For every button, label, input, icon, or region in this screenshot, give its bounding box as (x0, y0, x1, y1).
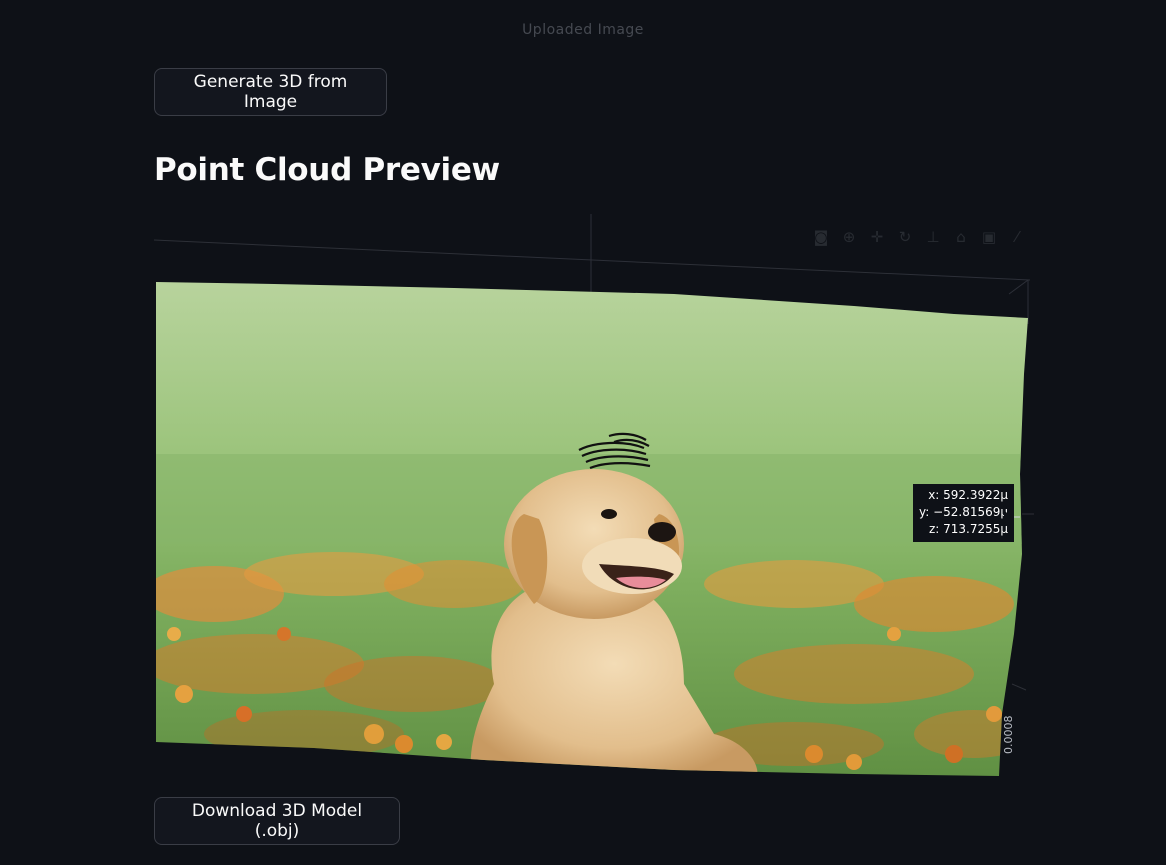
orbit-icon[interactable]: ↻ (896, 228, 914, 246)
hover-x: x: 592.3922µ (928, 488, 1009, 502)
zoom-icon[interactable]: ⊕ (840, 228, 858, 246)
generate-3d-button[interactable]: Generate 3D from Image (154, 68, 387, 116)
image-caption: Uploaded Image (522, 22, 644, 38)
camera-icon[interactable]: ◙ (812, 228, 830, 246)
hover-z: z: 713.7255µ (928, 522, 1009, 536)
pan-icon[interactable]: ✛ (868, 228, 886, 246)
plot-modebar: ◙ ⊕ ✛ ↻ ⊥ ⌂ ▣ ⁄ (812, 228, 1026, 246)
page-title: Point Cloud Preview (154, 152, 500, 188)
hover-tooltip-arrow (1004, 510, 1011, 524)
plotly-logo-icon[interactable]: ⁄ (1008, 228, 1026, 246)
hover-tooltip: x: 592.3922µ y: −52.81569µ z: 713.7255µ (913, 484, 1015, 542)
point-cloud-plot[interactable]: ◙ ⊕ ✛ ↻ ⊥ ⌂ ▣ ⁄ x: 592.3922µ y: −52.8156… (154, 214, 1034, 784)
app-page: Uploaded Image Generate 3D from Image Po… (0, 0, 1166, 865)
point-cloud-surface (156, 282, 1028, 776)
hover-y: y: −52.81569µ (919, 505, 1009, 519)
turntable-icon[interactable]: ⊥ (924, 228, 942, 246)
download-model-button[interactable]: Download 3D Model (.obj) (154, 797, 400, 845)
home-icon[interactable]: ▣ (980, 228, 998, 246)
reset-camera-icon[interactable]: ⌂ (952, 228, 970, 246)
z-axis-tick-label: 0.0008 (1002, 715, 1015, 755)
point-cloud-canvas[interactable] (154, 214, 1034, 784)
